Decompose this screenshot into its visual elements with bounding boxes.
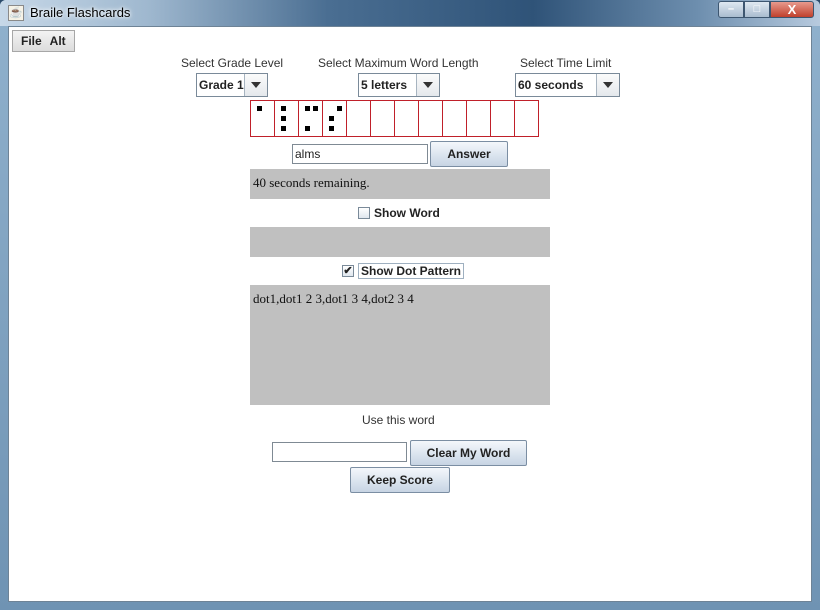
menu-bar: File Alt [12,30,75,52]
braille-display [250,100,539,137]
menu-file[interactable]: File [17,31,46,51]
word-display-panel [250,227,550,257]
answer-button[interactable]: Answer [430,141,508,167]
grade-level-select[interactable]: Grade 1 [196,73,268,97]
show-word-toggle[interactable]: Show Word [358,206,440,220]
close-button[interactable]: X [770,1,814,18]
time-limit-value: 60 seconds [518,78,584,92]
braille-cell [491,100,515,137]
braille-dot-1 [257,106,262,111]
grade-level-value: Grade 1 [199,78,244,92]
braille-dot-3 [329,126,334,131]
braille-cell [371,100,395,137]
word-length-value: 5 letters [361,78,408,92]
braille-dot-3 [305,126,310,131]
braille-dot-4 [337,106,342,111]
time-limit-select[interactable]: 60 seconds [515,73,620,97]
braille-cell [419,100,443,137]
braille-dot-2 [281,116,286,121]
menu-alt[interactable]: Alt [46,31,70,51]
show-word-label: Show Word [374,206,440,220]
maximize-button[interactable]: □ [744,1,770,18]
braille-dot-3 [281,126,286,131]
keep-score-button[interactable]: Keep Score [350,467,450,493]
show-word-checkbox[interactable] [358,207,370,219]
braille-cell [467,100,491,137]
braille-cell [251,100,275,137]
app-window: ☕ Braile Flashcards – □ X File Alt Selec… [0,0,820,610]
braille-cell [515,100,539,137]
word-length-select[interactable]: 5 letters [358,73,440,97]
window-title: Braile Flashcards [30,5,131,20]
show-dot-pattern-checkbox[interactable]: ✔ [342,265,354,277]
braille-dot-1 [305,106,310,111]
braille-dot-4 [313,106,318,111]
answer-input[interactable]: alms [292,144,428,164]
word-length-label: Select Maximum Word Length [318,56,479,70]
braille-cell [299,100,323,137]
braille-dot-1 [281,106,286,111]
minimize-button[interactable]: – [718,1,744,18]
title-bar[interactable]: ☕ Braile Flashcards – □ X [0,0,820,26]
time-limit-label: Select Time Limit [520,56,612,70]
chevron-down-icon[interactable] [416,74,439,96]
show-dot-pattern-toggle[interactable]: ✔ Show Dot Pattern [342,263,465,279]
clear-my-word-button[interactable]: Clear My Word [410,440,527,466]
timer-status-panel: 40 seconds remaining. [250,169,550,199]
show-dot-pattern-label: Show Dot Pattern [358,263,465,279]
java-cup-icon: ☕ [8,5,24,21]
chevron-down-icon[interactable] [596,74,619,96]
chevron-down-icon[interactable] [244,74,267,96]
braille-dot-2 [329,116,334,121]
grade-level-label: Select Grade Level [181,56,284,70]
braille-cell [347,100,371,137]
use-this-word-label: Use this word [362,413,435,427]
braille-cell [323,100,347,137]
dot-pattern-panel: dot1,dot1 2 3,dot1 3 4,dot2 3 4 [250,285,550,405]
braille-cell [275,100,299,137]
braille-cell [443,100,467,137]
my-word-input[interactable] [272,442,407,462]
braille-cell [395,100,419,137]
